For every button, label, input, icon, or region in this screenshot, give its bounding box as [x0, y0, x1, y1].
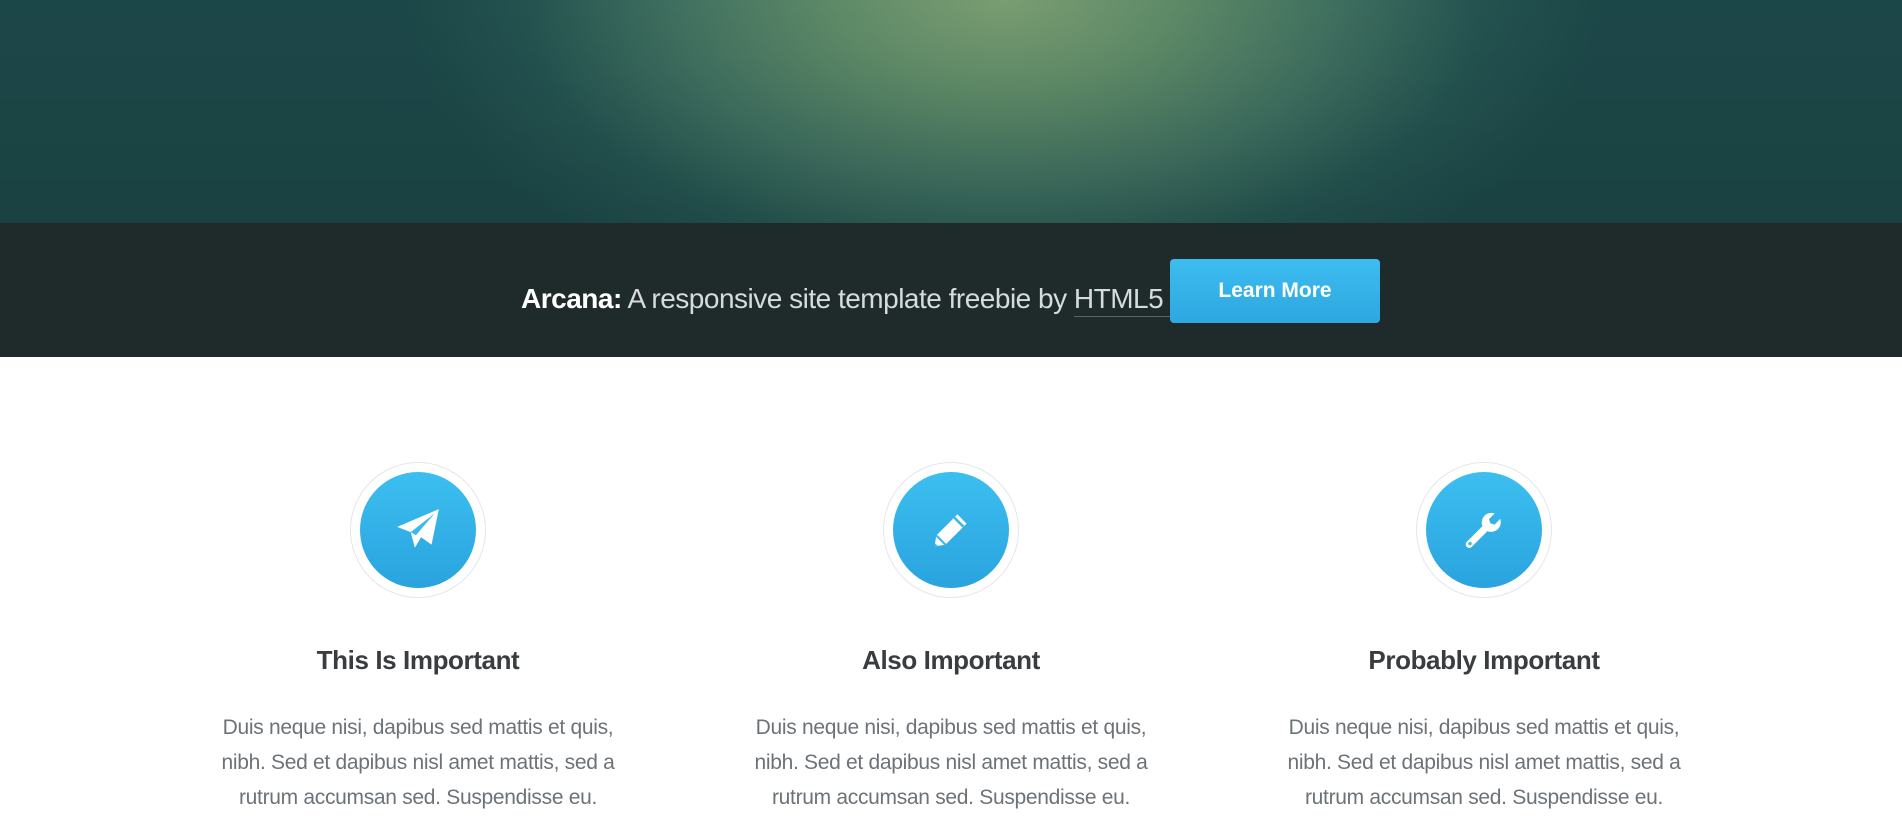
feature-icon-ring [350, 462, 486, 598]
feature-description: Duis neque nisi, dapibus sed mattis et q… [221, 716, 615, 809]
intro-banner: Arcana: A responsive site template freeb… [0, 223, 1902, 357]
feature-title: This Is Important [316, 645, 520, 675]
feature-description: Duis neque nisi, dapibus sed mattis et q… [754, 716, 1148, 809]
features-section: This Is Important Duis neque nisi, dapib… [0, 357, 1902, 830]
feature-title: Also Important [862, 645, 1040, 675]
feature-icon-circle [893, 472, 1009, 588]
feature-description: Duis neque nisi, dapibus sed mattis et q… [1287, 716, 1681, 809]
paper-plane-icon [397, 509, 439, 548]
feature-icon-circle [1426, 472, 1542, 588]
feature-icon-circle [360, 472, 476, 588]
banner-brand: Arcana: [521, 283, 622, 314]
learn-more-button[interactable]: Learn More [1170, 259, 1380, 323]
wrench-icon [1465, 512, 1501, 548]
feature-item: Also Important Duis neque nisi, dapibus … [731, 462, 1171, 815]
page: Arcana: A responsive site template freeb… [0, 0, 1902, 830]
pencil-icon [934, 514, 967, 547]
banner-tagline: A responsive site template freebie by [627, 283, 1068, 314]
banner-text: Arcana: A responsive site template freeb… [521, 279, 1209, 319]
feature-title: Probably Important [1368, 645, 1600, 675]
feature-icon-ring [883, 462, 1019, 598]
feature-icon-ring [1416, 462, 1552, 598]
feature-item: This Is Important Duis neque nisi, dapib… [198, 462, 638, 815]
feature-item: Probably Important Duis neque nisi, dapi… [1264, 462, 1704, 815]
hero-banner-image [0, 0, 1902, 223]
